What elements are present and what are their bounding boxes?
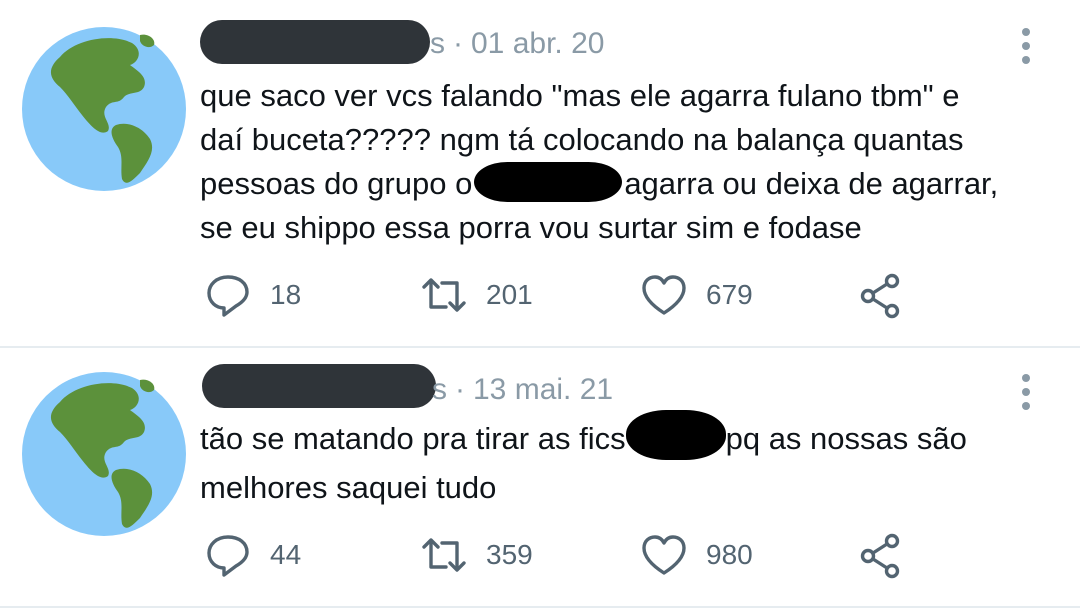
tweet-actions: 44 359 980 [200,530,960,580]
share-icon [860,273,900,319]
like-count: 980 [706,539,753,570]
heart-icon [642,535,686,575]
retweet-icon [422,538,466,572]
redacted-author [202,364,436,408]
reply-count: 18 [270,279,302,310]
tweet-line: daí buceta????? ngm tá colocando na bala… [200,122,964,157]
handle-and-date: s · 01 abr. 20 [430,26,604,62]
retweet-button[interactable]: 201 [420,270,533,320]
retweet-button[interactable]: 359 [420,530,533,580]
retweet-icon [422,278,466,312]
tweet-line-part: pq as nossas são [725,421,967,457]
tweet-line: pessoas do grupo o agarra ou deixa de aga… [200,161,1040,206]
tweet-text: tão se matando pra tirar as fics pq as no… [200,410,1040,510]
reply-button[interactable]: 18 [204,270,301,320]
tweet-line-part: pessoas do grupo o [200,166,473,201]
retweet-count: 201 [486,279,533,310]
more-vertical-icon[interactable] [1014,372,1038,412]
handle-and-date: s · 13 mai. 21 [432,372,613,408]
retweet-count: 359 [486,539,533,570]
tweet-date[interactable]: 13 mai. 21 [473,373,613,406]
tweet[interactable]: s · 01 abr. 20 que saco ver vcs falando "m… [0,0,1080,346]
tweet-header: s · 13 mai. 21 [200,364,960,414]
reply-icon [207,535,249,577]
globe-icon [22,372,186,536]
tweet-actions: 18 201 679 [200,270,960,320]
tweet-line-part: tão se matando pra tirar as fics [200,421,626,457]
share-button[interactable] [858,270,906,320]
like-count: 679 [706,279,753,310]
redaction-blob [474,161,623,202]
share-icon [860,533,900,579]
handle-tail: s [432,373,447,406]
reply-button[interactable]: 44 [204,530,301,580]
globe-icon [22,27,186,191]
separator: · [455,373,465,406]
tweet-line: tão se matando pra tirar as fics pq as no… [200,410,1040,466]
tweet-text: que saco ver vcs falando "mas ele agarra… [200,74,1040,250]
like-button[interactable]: 980 [640,530,753,580]
more-vertical-icon[interactable] [1014,26,1038,66]
tweet-header: s · 01 abr. 20 [200,20,960,70]
share-button[interactable] [858,530,906,580]
avatar[interactable] [20,370,188,538]
separator: · [453,27,463,60]
avatar[interactable] [20,25,188,193]
handle-tail: s [430,27,445,60]
heart-icon [642,275,686,315]
tweet-line: que saco ver vcs falando "mas ele agarra… [200,78,960,113]
reply-icon [207,275,249,317]
redacted-author [200,20,430,64]
redaction-blob [625,410,726,460]
tweet-line-part: agarra ou deixa de agarrar, [624,166,999,201]
reply-count: 44 [270,539,302,570]
tweet[interactable]: s · 13 mai. 21 tão se matando pra tirar as… [0,348,1080,606]
tweet-date[interactable]: 01 abr. 20 [471,27,604,60]
tweet-line: melhores saquei tudo [200,470,497,505]
tweet-line: se eu shippo essa porra vou surtar sim e… [200,210,862,245]
like-button[interactable]: 679 [640,270,753,320]
